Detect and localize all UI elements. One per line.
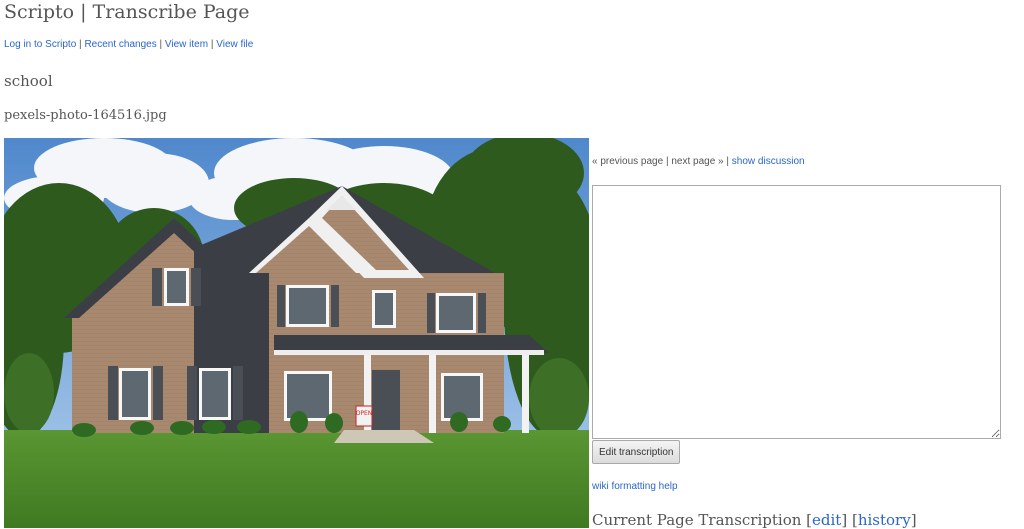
next-page-text: next page » (671, 156, 724, 167)
edit-link[interactable]: edit (812, 511, 841, 529)
previous-page-text: « previous page (592, 156, 664, 167)
bracket: ] (841, 511, 848, 529)
login-link[interactable]: Log in to Scripto (4, 39, 76, 50)
nav-separator: | (210, 39, 214, 50)
nav-separator: | (159, 39, 163, 50)
pager-separator: | (665, 156, 669, 167)
wiki-formatting-help-link[interactable]: wiki formatting help (592, 481, 678, 492)
file-title: pexels-photo-164516.jpg (4, 108, 167, 123)
bracket: ] (910, 511, 917, 529)
pager-separator: | (726, 156, 729, 167)
open-sign-text: OPEN (356, 410, 373, 417)
top-nav: Log in to Scripto | Recent changes | Vie… (4, 39, 253, 50)
item-title: school (4, 72, 53, 90)
transcription-textarea[interactable] (592, 185, 1001, 439)
show-discussion-link[interactable]: show discussion (732, 156, 805, 167)
history-link[interactable]: history (858, 511, 911, 529)
current-page-transcription-heading: Current Page Transcription [edit] [histo… (592, 511, 917, 529)
lawn (4, 430, 589, 528)
current-heading-text: Current Page Transcription (592, 511, 802, 529)
edit-transcription-button[interactable]: Edit transcription (592, 440, 681, 464)
page-navigation: « previous page | next page » | show dis… (592, 156, 805, 167)
recent-changes-link[interactable]: Recent changes (84, 39, 156, 50)
house-photo: OPEN (4, 138, 589, 528)
view-item-link[interactable]: View item (165, 39, 208, 50)
nav-separator: | (79, 39, 82, 50)
page-image[interactable]: OPEN (4, 138, 589, 528)
view-file-link[interactable]: View file (216, 39, 253, 50)
page-title: Scripto | Transcribe Page (4, 1, 250, 23)
